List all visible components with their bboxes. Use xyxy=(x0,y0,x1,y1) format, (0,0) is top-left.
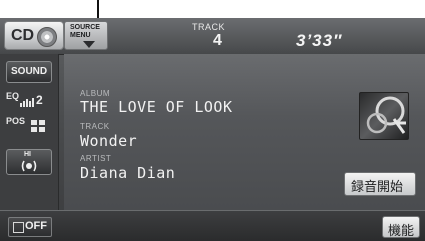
album-title: THE LOVE OF LOOK xyxy=(80,98,233,116)
record-start-button[interactable]: 録音開始 xyxy=(344,172,416,196)
eq-value: 2 xyxy=(36,93,43,107)
album-art-image xyxy=(359,92,409,140)
track-name-caption: TRACK xyxy=(80,122,110,131)
track-title: Wonder xyxy=(80,132,138,150)
seat-position-icon xyxy=(31,120,45,132)
display-off-button[interactable]: OFF xyxy=(8,217,52,237)
eq-indicator[interactable]: EQ 2 xyxy=(6,91,54,109)
record-start-label: 録音開始 xyxy=(351,180,404,195)
off-label: OFF xyxy=(25,220,47,232)
equalizer-icon xyxy=(20,98,34,107)
hi-sound-button[interactable]: HI xyxy=(6,149,52,175)
elapsed-time: 3’33″ xyxy=(296,31,343,50)
function-button[interactable]: 機能 xyxy=(382,216,420,239)
chevron-down-icon xyxy=(83,41,95,48)
sound-label: SOUND xyxy=(11,66,48,77)
artist-caption: ARTIST xyxy=(80,154,112,163)
cd-disc-icon xyxy=(37,27,57,47)
function-label: 機能 xyxy=(388,224,415,239)
cd-label: CD xyxy=(11,27,35,44)
hi-label: HI xyxy=(24,151,31,158)
album-caption: ALBUM xyxy=(80,89,111,98)
cd-source-button[interactable]: CD xyxy=(4,21,64,50)
track-caption: TRACK xyxy=(192,22,226,32)
bottom-bar: OFF 機能 xyxy=(0,210,425,241)
pos-caption: POS xyxy=(6,116,26,126)
callout-pointer-line xyxy=(97,0,99,20)
checkbox-icon xyxy=(13,222,24,233)
top-bar: CD SOURCE MENU TRACK 4 3’33″ xyxy=(0,18,425,55)
eq-caption: EQ xyxy=(6,91,20,101)
sound-button[interactable]: SOUND xyxy=(6,61,52,83)
track-number: 4 xyxy=(213,32,222,49)
position-indicator[interactable]: POS xyxy=(6,116,54,138)
audio-screen: CD SOURCE MENU TRACK 4 3’33″ SOUND EQ 2 … xyxy=(0,18,425,241)
speaker-icon xyxy=(21,160,37,172)
track-info-panel: ALBUM THE LOVE OF LOOK TRACK Wonder ARTI… xyxy=(64,54,425,210)
source-menu-button[interactable]: SOURCE MENU xyxy=(64,21,108,50)
source-menu-label: SOURCE MENU xyxy=(70,24,100,39)
artist-name: Diana Dian xyxy=(80,164,176,182)
